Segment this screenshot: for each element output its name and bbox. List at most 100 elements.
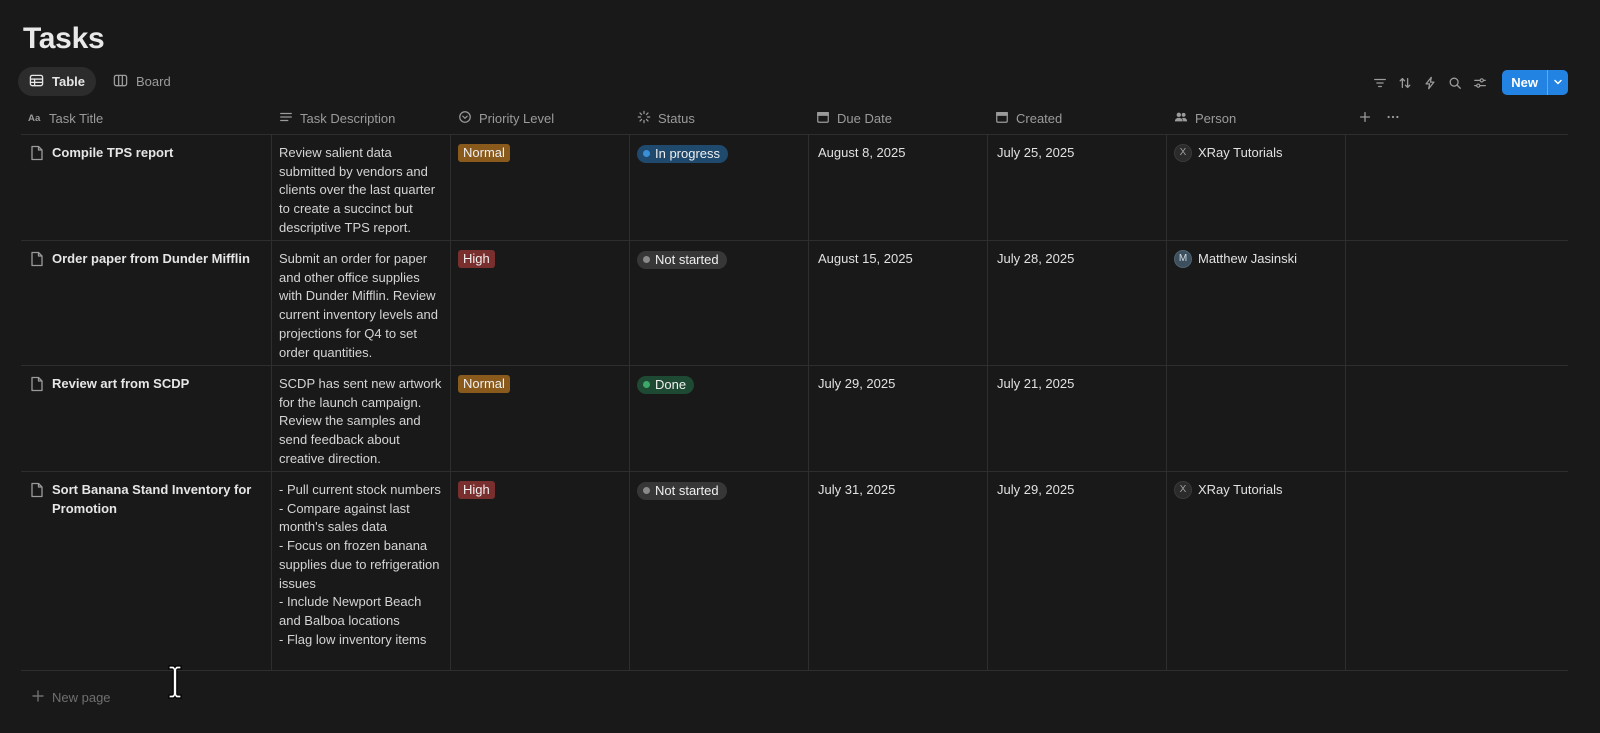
text-icon: Aa — [28, 110, 42, 130]
svg-text:Aa: Aa — [28, 113, 41, 124]
table-row[interactable]: Compile TPS report Review salient data s… — [21, 135, 1568, 241]
column-header-person[interactable]: Person — [1167, 105, 1346, 134]
status-label: In progress — [655, 145, 721, 161]
new-page-button[interactable]: New page — [32, 690, 111, 705]
task-description-cell[interactable]: SCDP has sent new artwork for the launch… — [272, 366, 451, 471]
tab-board[interactable]: Board — [102, 67, 182, 96]
table-row[interactable]: Sort Banana Stand Inventory for Promotio… — [21, 472, 1568, 671]
status-cell[interactable]: In progress — [630, 135, 809, 240]
due-date: July 31, 2025 — [818, 482, 896, 497]
task-description: Review salient data submitted by vendors… — [279, 145, 436, 235]
status-pill: In progress — [637, 144, 729, 163]
task-title-cell[interactable]: Compile TPS report — [21, 135, 272, 240]
task-description-cell[interactable]: Submit an order for paper and other offi… — [272, 241, 451, 365]
status-dot — [643, 381, 650, 388]
priority-cell[interactable]: Normal — [451, 135, 630, 240]
created-date: July 25, 2025 — [997, 145, 1075, 160]
task-title-cell[interactable]: Order paper from Dunder Mifflin — [21, 241, 272, 365]
view-tabs: Table Board — [18, 67, 182, 96]
priority-tag: High — [458, 481, 495, 499]
task-description-cell[interactable]: Review salient data submitted by vendors… — [272, 135, 451, 240]
more-options-icon[interactable] — [1386, 110, 1400, 130]
task-description-cell[interactable]: - Pull current stock numbers - Compare a… — [272, 472, 451, 670]
due-date: July 29, 2025 — [818, 376, 896, 391]
due-date-cell[interactable]: August 8, 2025 — [809, 135, 988, 240]
column-label: Task Description — [300, 111, 396, 127]
page-icon — [30, 375, 44, 398]
person-name: XRay Tutorials — [1198, 145, 1283, 160]
calendar-icon — [816, 110, 830, 130]
created-cell[interactable]: July 28, 2025 — [988, 241, 1167, 365]
person-cell[interactable] — [1167, 366, 1346, 471]
column-header-task-title[interactable]: Aa Task Title — [21, 105, 272, 134]
column-label: Person — [1195, 111, 1237, 127]
settings-icon[interactable] — [1471, 71, 1489, 95]
due-date-cell[interactable]: July 29, 2025 — [809, 366, 988, 471]
column-header-task-description[interactable]: Task Description — [272, 105, 451, 134]
automation-icon[interactable] — [1421, 71, 1439, 95]
priority-tag: Normal — [458, 144, 510, 162]
new-button-group: New — [1502, 70, 1568, 95]
sort-icon[interactable] — [1396, 71, 1414, 95]
status-pill: Not started — [637, 250, 727, 269]
tab-label: Board — [136, 74, 171, 89]
avatar: X — [1174, 144, 1192, 163]
due-date-cell[interactable]: August 15, 2025 — [809, 241, 988, 365]
status-icon — [637, 110, 651, 130]
column-label: Status — [658, 111, 695, 127]
priority-tag: High — [458, 250, 495, 268]
calendar-icon — [995, 110, 1009, 130]
person-cell[interactable]: X XRay Tutorials — [1167, 135, 1346, 240]
new-page-label: New page — [52, 690, 111, 705]
table-header: Aa Task Title Task Description Priority … — [21, 105, 1568, 135]
created-date: July 21, 2025 — [997, 376, 1075, 391]
table-icon — [29, 73, 44, 91]
select-icon — [458, 110, 472, 130]
avatar: M — [1174, 250, 1192, 269]
column-header-status[interactable]: Status — [630, 105, 809, 134]
task-title-cell[interactable]: Sort Banana Stand Inventory for Promotio… — [21, 472, 272, 670]
empty-cell — [1346, 135, 1568, 240]
tab-table[interactable]: Table — [18, 67, 96, 96]
tasks-table: Aa Task Title Task Description Priority … — [21, 105, 1568, 671]
text-cursor-icon — [167, 664, 183, 705]
status-cell[interactable]: Not started — [630, 241, 809, 365]
page-icon — [30, 481, 44, 518]
priority-cell[interactable]: High — [451, 241, 630, 365]
table-row[interactable]: Order paper from Dunder Mifflin Submit a… — [21, 241, 1568, 366]
search-icon[interactable] — [1446, 71, 1464, 95]
table-row[interactable]: Review art from SCDP SCDP has sent new a… — [21, 366, 1568, 472]
new-dropdown-button[interactable] — [1547, 70, 1568, 95]
person-name: XRay Tutorials — [1198, 482, 1283, 497]
status-dot — [643, 150, 650, 157]
created-date: July 29, 2025 — [997, 482, 1075, 497]
task-title-cell[interactable]: Review art from SCDP — [21, 366, 272, 471]
priority-cell[interactable]: High — [451, 472, 630, 670]
page-title: Tasks — [23, 22, 105, 55]
task-description: SCDP has sent new artwork for the launch… — [279, 376, 442, 466]
column-header-created[interactable]: Created — [988, 105, 1167, 134]
created-cell[interactable]: July 25, 2025 — [988, 135, 1167, 240]
status-dot — [643, 487, 650, 494]
person-name: Matthew Jasinski — [1198, 251, 1297, 266]
created-cell[interactable]: July 29, 2025 — [988, 472, 1167, 670]
column-label: Due Date — [837, 111, 892, 127]
status-pill: Done — [637, 375, 695, 394]
due-date-cell[interactable]: July 31, 2025 — [809, 472, 988, 670]
column-header-due-date[interactable]: Due Date — [809, 105, 988, 134]
status-dot — [643, 256, 650, 263]
person-cell[interactable]: M Matthew Jasinski — [1167, 241, 1346, 365]
filter-icon[interactable] — [1371, 71, 1389, 95]
add-column-icon[interactable] — [1358, 110, 1372, 130]
created-cell[interactable]: July 21, 2025 — [988, 366, 1167, 471]
priority-cell[interactable]: Normal — [451, 366, 630, 471]
status-cell[interactable]: Not started — [630, 472, 809, 670]
column-header-actions — [1346, 105, 1568, 134]
toolbar: New — [1371, 70, 1568, 95]
person-cell[interactable]: X XRay Tutorials — [1167, 472, 1346, 670]
status-cell[interactable]: Done — [630, 366, 809, 471]
new-button[interactable]: New — [1502, 70, 1547, 95]
column-header-priority-level[interactable]: Priority Level — [451, 105, 630, 134]
empty-cell — [1346, 241, 1568, 365]
empty-cell — [1346, 472, 1568, 670]
